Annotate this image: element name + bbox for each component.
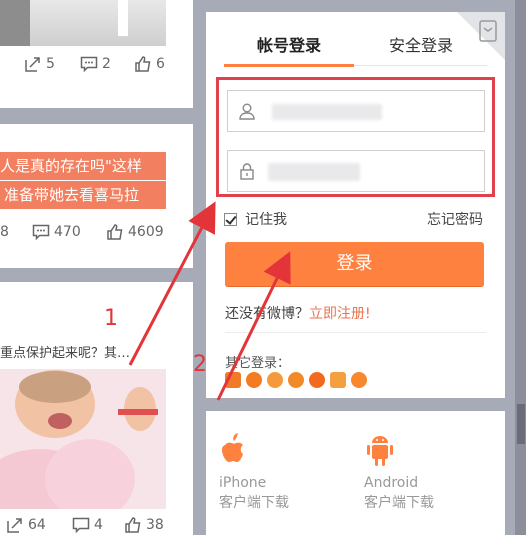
scrollbar[interactable] xyxy=(515,0,526,535)
apple-icon xyxy=(222,433,243,462)
feed-image xyxy=(0,0,166,46)
comment-button[interactable]: 4 xyxy=(72,516,103,534)
repost-count: 64 xyxy=(28,517,46,533)
remember-me[interactable]: 记住我 xyxy=(224,209,287,229)
netease-login-icon[interactable] xyxy=(309,372,325,388)
annotation-number-2: 2 xyxy=(193,352,207,377)
android-label: Android xyxy=(364,475,419,491)
baby-photo-image xyxy=(0,369,166,509)
feed-card: 人是真的存在吗"这样 准备带她去看喜马拉 8 470 4609 xyxy=(0,124,193,268)
android-download[interactable]: Android 客户端下载 xyxy=(364,431,474,513)
highlight-text: 准备带她去看喜马拉 xyxy=(0,181,166,209)
comment-button[interactable]: 2 xyxy=(80,55,111,73)
comment-icon xyxy=(80,56,98,73)
redacted-username xyxy=(272,104,382,120)
comment-icon xyxy=(72,517,90,534)
iphone-download[interactable]: iPhone 客户端下载 xyxy=(219,431,329,513)
comment-count: 2 xyxy=(102,56,111,72)
repost-button[interactable]: 5 xyxy=(24,55,55,73)
repost-icon xyxy=(25,57,40,72)
app-download-panel: iPhone 客户端下载 Android 客户端下载 xyxy=(206,411,505,535)
like-count: 4609 xyxy=(128,224,164,240)
highlight-text: 人是真的存在吗"这样 xyxy=(0,152,166,180)
iphone-label: iPhone xyxy=(219,475,267,491)
redacted-password xyxy=(268,163,360,181)
like-count: 38 xyxy=(146,517,164,533)
qq-login-icon[interactable] xyxy=(246,372,262,388)
comment-count: 4 xyxy=(94,517,103,533)
login-button[interactable]: 登录 xyxy=(225,242,484,286)
no-account-text: 还没有微博？ xyxy=(225,306,309,322)
tab-account-login[interactable]: 帐号登录 xyxy=(224,32,354,67)
like-button[interactable]: 4609 xyxy=(106,223,164,241)
other-login-label: 其它登录： xyxy=(225,356,291,371)
like-button[interactable]: 38 xyxy=(124,516,164,534)
android-sub-label: 客户端下载 xyxy=(364,495,434,511)
feed-column: 5 2 6 人是真的存在吗"这样 准备带她去看喜马拉 8 470 4609 重点… xyxy=(0,0,193,535)
comment-count: 470 xyxy=(54,224,81,240)
tab-secure-login[interactable]: 安全登录 xyxy=(356,32,486,60)
like-count: 6 xyxy=(156,56,165,72)
china-unicom-login-icon[interactable] xyxy=(330,372,346,388)
feed-card: 5 2 6 xyxy=(0,0,193,108)
social-login-list xyxy=(225,372,367,388)
lock-icon xyxy=(240,163,254,180)
baidu-login-icon[interactable] xyxy=(225,372,241,388)
register-prompt: 还没有微博？立即注册! xyxy=(225,303,371,323)
android-icon xyxy=(367,436,393,466)
repost-button[interactable]: 8 xyxy=(0,224,9,240)
360-login-icon[interactable] xyxy=(267,372,283,388)
post-snippet: 重点保护起来呢？其… xyxy=(0,346,131,361)
like-button[interactable]: 6 xyxy=(134,55,165,73)
feed-card: 重点保护起来呢？其… 64 4 38 xyxy=(0,282,193,535)
remember-checkbox[interactable] xyxy=(224,212,237,226)
repost-count: 5 xyxy=(46,56,55,72)
repost-button[interactable]: 64 xyxy=(6,516,46,534)
comment-button[interactable]: 470 xyxy=(32,223,81,241)
register-link[interactable]: 立即注册! xyxy=(309,306,371,322)
tianyi-login-icon[interactable] xyxy=(288,372,304,388)
baby-photo[interactable] xyxy=(0,369,166,509)
password-field[interactable] xyxy=(227,150,485,192)
thumbs-up-icon xyxy=(107,224,123,240)
scrollbar-thumb[interactable] xyxy=(517,404,525,444)
repost-icon xyxy=(7,518,22,533)
user-icon xyxy=(239,103,255,120)
iphone-sub-label: 客户端下载 xyxy=(219,495,289,511)
annotation-number-1: 1 xyxy=(104,306,118,331)
thumbs-up-icon xyxy=(135,56,151,72)
login-tabs: 帐号登录 安全登录 xyxy=(224,32,487,68)
paw-login-icon[interactable] xyxy=(351,372,367,388)
username-field[interactable] xyxy=(227,90,485,132)
highlight-box xyxy=(216,77,495,197)
divider xyxy=(225,332,486,333)
remember-label: 记住我 xyxy=(245,212,287,228)
comment-icon xyxy=(32,224,50,241)
login-panel: 帐号登录 安全登录 记住我 忘记密码 登录 还没有微博？立即注册! 其它登录： xyxy=(206,12,505,398)
repost-count: 8 xyxy=(0,224,9,240)
thumbs-up-icon xyxy=(125,517,141,533)
forgot-password-link[interactable]: 忘记密码 xyxy=(427,209,483,229)
